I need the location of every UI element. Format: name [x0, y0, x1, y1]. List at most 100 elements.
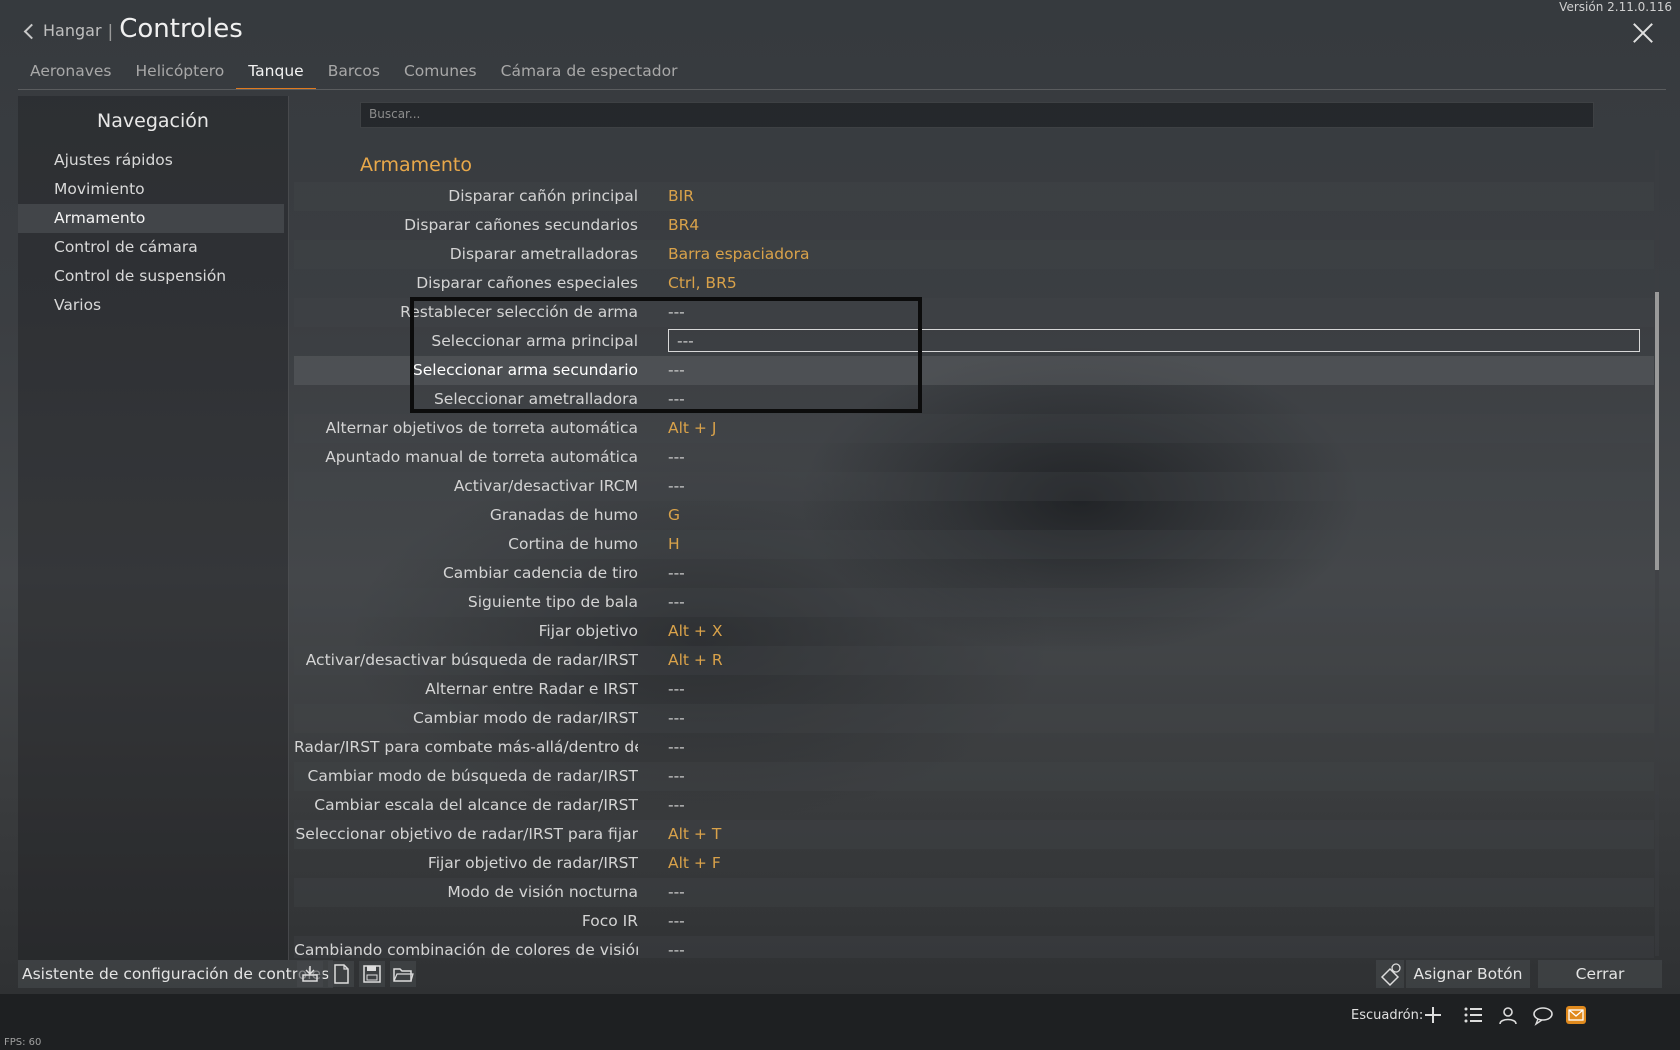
- gamepad-icon: [1380, 963, 1401, 987]
- controls-wizard-button[interactable]: Asistente de configuración de controles: [18, 960, 334, 988]
- control-row[interactable]: Cambiar modo de radar/IRST ---: [294, 704, 1654, 733]
- control-row[interactable]: Disparar ametralladoras Barra espaciadora: [294, 240, 1654, 269]
- control-row[interactable]: Cambiando combinación de colores de visi…: [294, 936, 1654, 958]
- sidebar-item-control-suspension[interactable]: Control de suspensión: [18, 262, 284, 291]
- control-label: Siguiente tipo de bala: [467, 593, 638, 611]
- control-label: Activar/desactivar búsqueda de radar/IRS…: [305, 651, 638, 669]
- control-binding[interactable]: ---: [668, 704, 685, 733]
- control-row[interactable]: Seleccionar arma secundario ---: [294, 356, 1654, 385]
- new-file-button[interactable]: [328, 961, 354, 987]
- control-row[interactable]: Restablecer selección de arma ---: [294, 298, 1654, 327]
- close-icon[interactable]: [1630, 20, 1656, 46]
- control-binding[interactable]: ---: [668, 791, 685, 820]
- control-row[interactable]: Foco IR ---: [294, 907, 1654, 936]
- control-row[interactable]: Siguiente tipo de bala ---: [294, 588, 1654, 617]
- control-binding[interactable]: Alt + J: [668, 414, 716, 443]
- control-row[interactable]: Modo de visión nocturna ---: [294, 878, 1654, 907]
- assign-button[interactable]: Asignar Botón: [1406, 960, 1530, 988]
- control-row[interactable]: Seleccionar ametralladora ---: [294, 385, 1654, 414]
- sidebar-item-varios[interactable]: Varios: [18, 291, 284, 320]
- save-icon: [363, 965, 381, 983]
- bottom-toolbar: Asistente de configuración de controles …: [18, 960, 1662, 990]
- control-binding[interactable]: BR4: [668, 211, 699, 240]
- back-button[interactable]: Hangar: [23, 21, 102, 40]
- control-binding[interactable]: BIR: [668, 182, 694, 211]
- control-binding[interactable]: G: [668, 501, 680, 530]
- control-binding[interactable]: Ctrl, BR5: [668, 269, 737, 298]
- control-row[interactable]: Activar/desactivar IRCM ---: [294, 472, 1654, 501]
- binding-input-field[interactable]: ---: [668, 329, 1640, 352]
- control-row[interactable]: Activar/desactivar búsqueda de radar/IRS…: [294, 646, 1654, 675]
- control-binding[interactable]: H: [668, 530, 680, 559]
- tab-tanque[interactable]: Tanque: [236, 58, 317, 90]
- sidebar-item-control-camara[interactable]: Control de cámara: [18, 233, 284, 262]
- tab-barcos[interactable]: Barcos: [316, 58, 392, 90]
- plus-icon[interactable]: [1422, 1004, 1444, 1026]
- assign-gamepad-button[interactable]: [1376, 960, 1404, 988]
- control-label: Fijar objetivo de radar/IRST: [427, 854, 638, 872]
- control-row[interactable]: Seleccionar objetivo de radar/IRST para …: [294, 820, 1654, 849]
- control-row[interactable]: Apuntado manual de torreta automática ---: [294, 443, 1654, 472]
- control-label: Cambiar escala del alcance de radar/IRST: [314, 796, 638, 814]
- control-binding[interactable]: ---: [668, 356, 685, 385]
- control-binding[interactable]: ---: [668, 298, 685, 327]
- control-row[interactable]: Alternar objetivos de torreta automática…: [294, 414, 1654, 443]
- control-binding[interactable]: ---: [668, 559, 685, 588]
- sidebar-item-ajustes-rapidos[interactable]: Ajustes rápidos: [18, 146, 284, 175]
- list-icon[interactable]: [1463, 1004, 1485, 1026]
- control-row[interactable]: Granadas de humo G: [294, 501, 1654, 530]
- open-folder-button[interactable]: [390, 961, 416, 987]
- tabs-divider: [18, 89, 1666, 90]
- sidebar-item-armamento[interactable]: Armamento: [18, 204, 284, 233]
- control-row[interactable]: Cambiar escala del alcance de radar/IRST…: [294, 791, 1654, 820]
- tab-camara-espectador[interactable]: Cámara de espectador: [489, 58, 690, 90]
- control-row[interactable]: Disparar cañones especiales Ctrl, BR5: [294, 269, 1654, 298]
- control-binding[interactable]: ---: [668, 472, 685, 501]
- control-row[interactable]: Disparar cañones secundarios BR4: [294, 211, 1654, 240]
- control-binding[interactable]: ---: [668, 385, 685, 414]
- control-row[interactable]: Alternar entre Radar e IRST ---: [294, 675, 1654, 704]
- control-label: Cambiar modo de búsqueda de radar/IRST: [307, 767, 638, 785]
- control-row[interactable]: Seleccionar arma principal ---: [294, 327, 1654, 356]
- search-input[interactable]: Buscar...: [360, 102, 1594, 128]
- control-row[interactable]: Fijar objetivo de radar/IRST Alt + F: [294, 849, 1654, 878]
- control-binding[interactable]: ---: [668, 588, 685, 617]
- control-row[interactable]: Fijar objetivo Alt + X: [294, 617, 1654, 646]
- control-row[interactable]: Radar/IRST para combate más-allá/dentro …: [294, 733, 1654, 762]
- close-button[interactable]: Cerrar: [1538, 960, 1662, 988]
- tab-helicoptero[interactable]: Helicóptero: [124, 58, 237, 90]
- scrollbar-thumb[interactable]: [1655, 292, 1659, 570]
- control-row[interactable]: Disparar cañón principal BIR: [294, 182, 1654, 211]
- mail-icon[interactable]: [1565, 1004, 1587, 1026]
- control-binding[interactable]: Alt + F: [668, 849, 721, 878]
- control-binding[interactable]: ---: [668, 443, 685, 472]
- contacts-icon[interactable]: [1497, 1004, 1519, 1026]
- chat-icon[interactable]: [1532, 1004, 1554, 1026]
- tab-comunes[interactable]: Comunes: [392, 58, 489, 90]
- control-label: Seleccionar ametralladora: [433, 390, 638, 408]
- control-binding[interactable]: ---: [668, 733, 685, 762]
- control-binding[interactable]: Barra espaciadora: [668, 240, 810, 269]
- control-binding[interactable]: ---: [668, 907, 685, 936]
- page-header: Hangar | Controles: [23, 14, 243, 44]
- control-binding[interactable]: ---: [668, 878, 685, 907]
- control-row[interactable]: Cortina de humo H: [294, 530, 1654, 559]
- fps-counter: FPS: 60: [4, 1037, 42, 1048]
- control-label: Granadas de humo: [489, 506, 638, 524]
- control-row[interactable]: Cambiar cadencia de tiro ---: [294, 559, 1654, 588]
- control-label: Radar/IRST para combate más-allá/dentro …: [294, 738, 638, 756]
- control-row[interactable]: Cambiar modo de búsqueda de radar/IRST --…: [294, 762, 1654, 791]
- control-binding[interactable]: Alt + X: [668, 617, 722, 646]
- save-button[interactable]: [359, 961, 385, 987]
- control-binding[interactable]: ---: [668, 762, 685, 791]
- control-binding[interactable]: ---: [668, 675, 685, 704]
- control-label: Activar/desactivar IRCM: [453, 477, 638, 495]
- import-preset-button[interactable]: [297, 961, 323, 987]
- control-binding[interactable]: ---: [668, 936, 685, 958]
- squadron-label: Escuadrón:: [1351, 1008, 1424, 1023]
- tab-aeronaves[interactable]: Aeronaves: [18, 58, 124, 90]
- scrollbar[interactable]: [1655, 150, 1659, 956]
- control-binding[interactable]: Alt + R: [668, 646, 723, 675]
- sidebar-item-movimiento[interactable]: Movimiento: [18, 175, 284, 204]
- control-binding[interactable]: Alt + T: [668, 820, 721, 849]
